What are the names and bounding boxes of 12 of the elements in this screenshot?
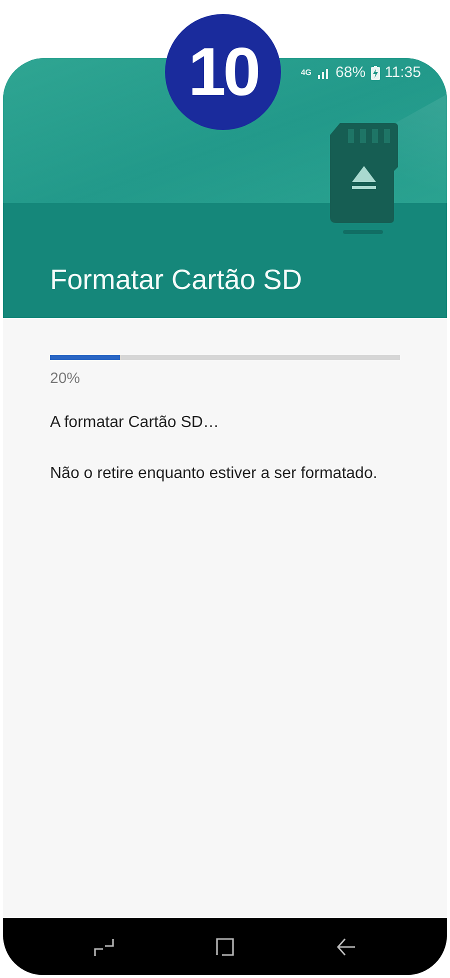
sd-card-icon — [330, 123, 398, 223]
home-icon[interactable] — [214, 936, 236, 958]
progress-percent: 20% — [50, 370, 82, 387]
signal-icon — [316, 66, 331, 78]
status-message: Não o retire enquanto estiver a ser formatado. — [50, 464, 378, 484]
battery-percent: 68% — [336, 64, 366, 81]
step-badge: 10 — [165, 14, 281, 130]
screen-title: Formatar Cartão SD — [49, 264, 304, 297]
clock-time: 11:35 — [384, 64, 421, 81]
back-icon[interactable] — [335, 936, 358, 958]
network-type: 4G — [300, 68, 312, 77]
status-message: A formatar Cartão SD… — [50, 413, 220, 433]
